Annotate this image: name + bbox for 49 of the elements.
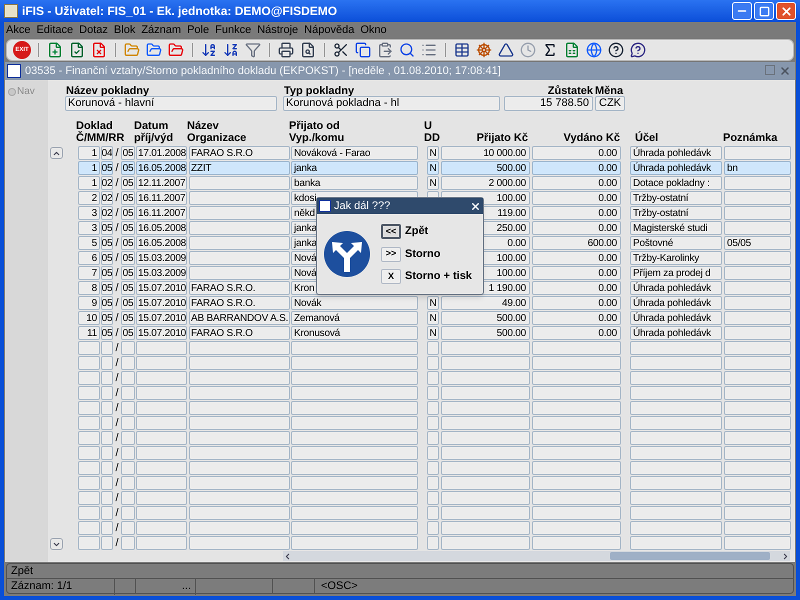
field-label: Měna (595, 84, 624, 96)
date-separator: / (115, 266, 119, 281)
column-header: U DD (424, 120, 440, 144)
date-separator: / (115, 370, 119, 386)
date-separator: / (115, 446, 119, 461)
date-separator: / (115, 400, 119, 416)
dialog-button-label: Zpět (405, 224, 428, 240)
date-separator: / (115, 416, 119, 431)
mode-indicator: <OSC> (320, 579, 358, 594)
date-separator: / (115, 176, 119, 191)
date-separator: / (115, 250, 119, 266)
date-separator: / (115, 506, 119, 521)
date-separator: / (115, 206, 119, 221)
column-header: Přijato od Vyp./komu (289, 120, 346, 144)
date-separator: / (115, 340, 119, 356)
status-message: Zpět (11, 564, 34, 579)
column-header: Účel (634, 132, 660, 144)
date-separator: / (115, 236, 119, 251)
date-separator: / (115, 520, 119, 536)
date-separator: / (115, 280, 119, 296)
field-label: Zůstatek (546, 84, 593, 96)
date-separator: / (115, 386, 119, 401)
date-separator: / (115, 146, 119, 161)
dialog-button-label: Storno (405, 246, 440, 262)
date-separator: / (115, 220, 119, 236)
column-header: Přijato Kč (476, 132, 528, 144)
form-title: 03535 - Finanční vztahy/Storno pokladního dokladu (EKPOKST) - [neděle , 01.08.2010; 17:08:41] (25, 64, 501, 79)
date-separator: / (115, 356, 119, 371)
date-separator: / (115, 460, 119, 476)
date-separator: / (115, 190, 119, 206)
field-label: Typ pokladny (283, 84, 356, 96)
date-separator: / (115, 430, 119, 446)
date-separator: / (115, 490, 119, 506)
date-separator: / (115, 326, 119, 341)
status-field: ... (136, 578, 196, 595)
dialog-title: Jak dál ??? (334, 198, 390, 214)
column-header: Doklad Č/MM/RR (76, 120, 126, 144)
column-header: Vydáno Kč (562, 132, 620, 144)
date-separator: / (115, 476, 119, 491)
date-separator: / (115, 160, 119, 176)
column-header: Poznámka (723, 132, 778, 144)
date-separator: / (115, 296, 119, 311)
column-header: Datum příj/výd (134, 120, 174, 144)
window-title: iFIS - Uživatel: FIS_01 - Ek. jednotka: DEMO@FISDEMO (22, 3, 338, 20)
date-separator: / (115, 310, 119, 326)
column-header: Název Organizace (187, 120, 248, 144)
field-label: Název pokladny (65, 84, 150, 96)
date-separator: / (115, 536, 119, 551)
record-counter: Záznam: 1/1 (7, 578, 115, 595)
